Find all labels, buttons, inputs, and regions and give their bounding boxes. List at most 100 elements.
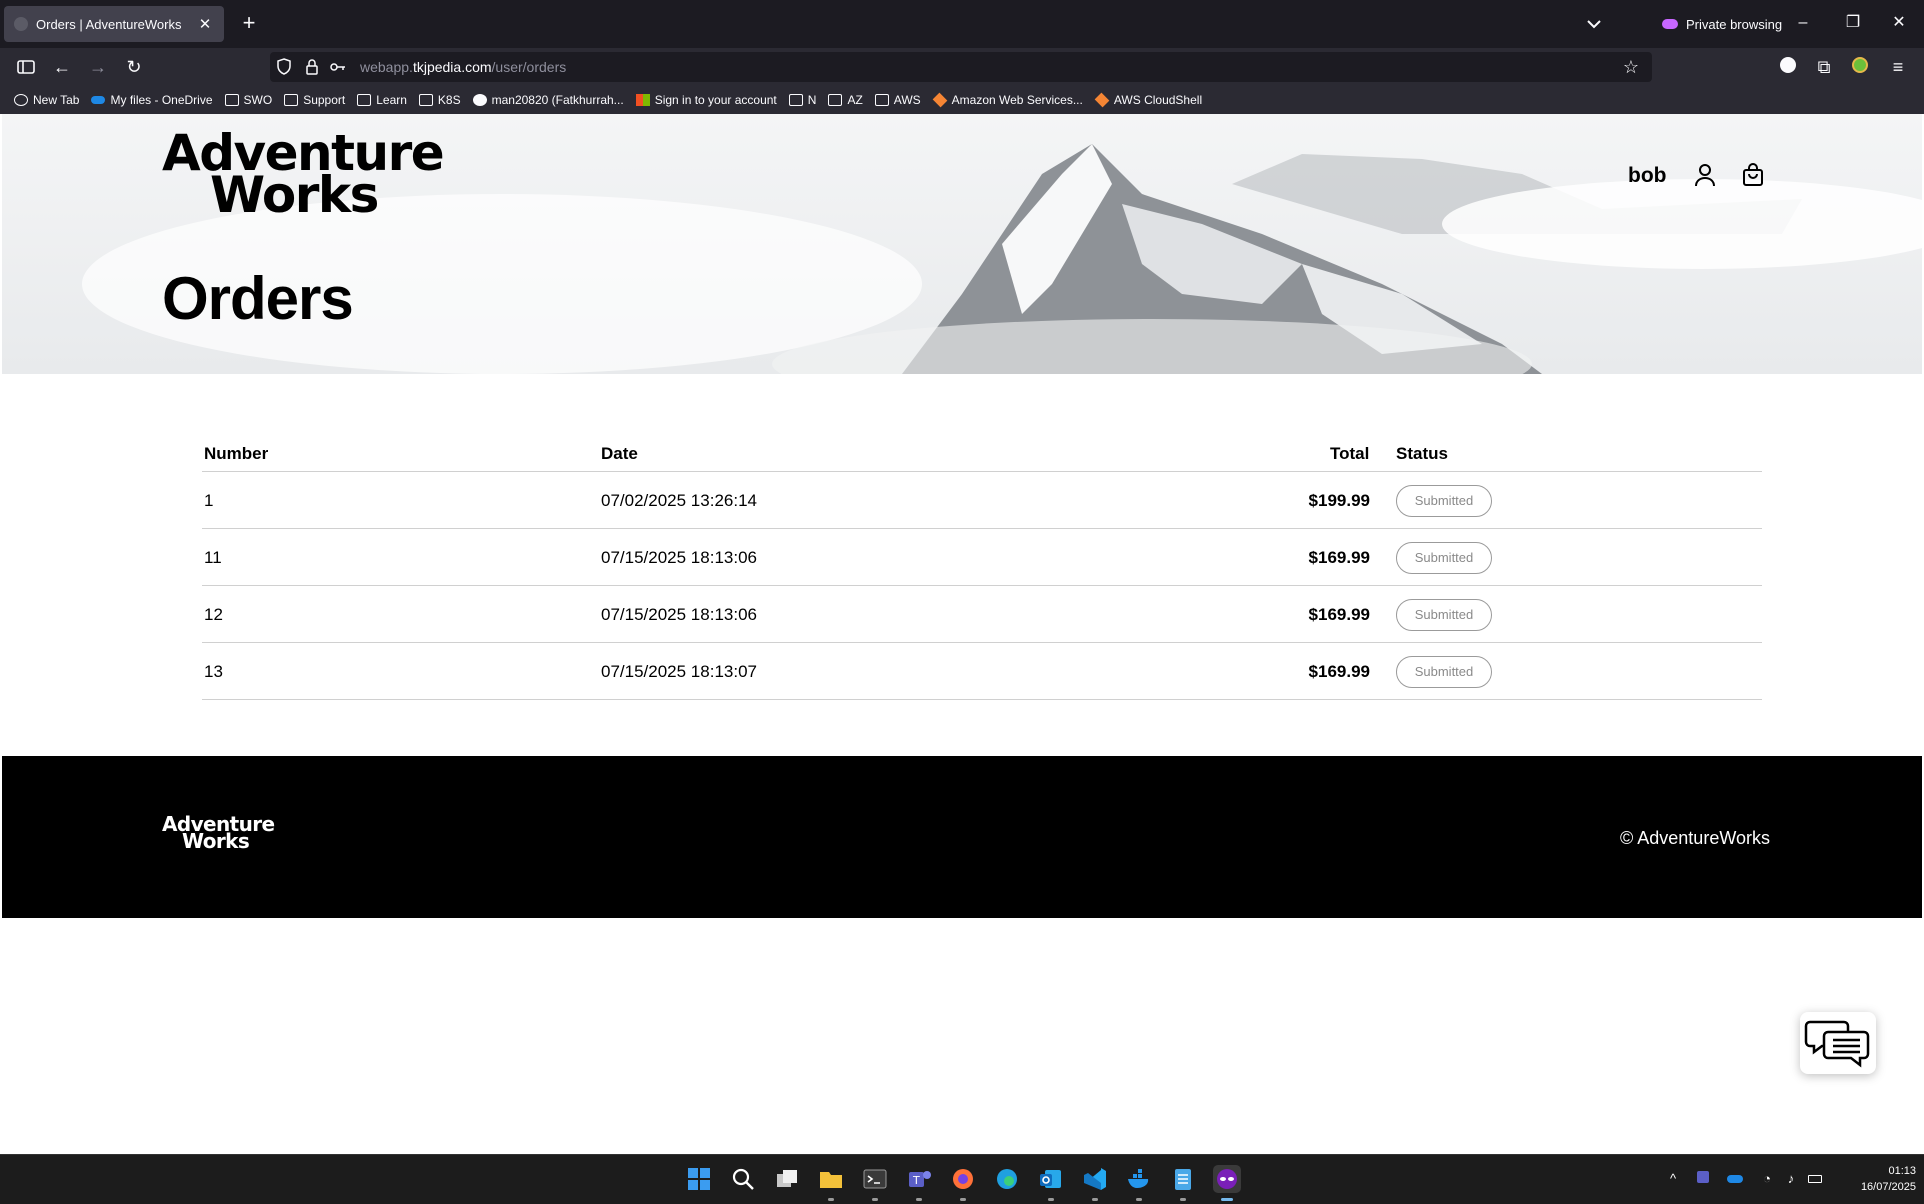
footer-logo[interactable]: Adventure Works bbox=[162, 814, 275, 851]
bookmark-label: My files - OneDrive bbox=[110, 93, 213, 107]
table-row[interactable]: 13 07/15/2025 18:13:07 $169.99 Submitted bbox=[202, 643, 1762, 700]
folder-icon bbox=[874, 94, 889, 106]
bookmark-label: Sign in to your account bbox=[654, 93, 777, 107]
close-window-icon[interactable]: ✕ bbox=[1884, 10, 1914, 36]
bookmark-folder-swo[interactable]: SWO bbox=[224, 93, 273, 107]
bookmark-folder-az[interactable]: AZ bbox=[828, 93, 863, 107]
cart-icon[interactable] bbox=[1740, 162, 1766, 188]
bookmark-folder-aws[interactable]: AWS bbox=[874, 93, 921, 107]
tray-teams-icon[interactable] bbox=[1694, 1171, 1712, 1187]
order-total: $169.99 bbox=[1308, 662, 1370, 681]
restore-icon[interactable]: ❐ bbox=[1838, 10, 1868, 36]
screen: Orders | AdventureWorks ✕ + Private brow… bbox=[0, 0, 1924, 1204]
vscode-icon[interactable] bbox=[1081, 1165, 1109, 1193]
aws-icon bbox=[1094, 92, 1110, 108]
table-header: Number Date Total Status bbox=[202, 432, 1762, 472]
url-host: tkjpedia.com bbox=[412, 59, 492, 75]
column-header-total: Total bbox=[1330, 444, 1370, 463]
menu-icon[interactable]: ≡ bbox=[1886, 55, 1910, 79]
table-row[interactable]: 11 07/15/2025 18:13:06 $169.99 Submitted bbox=[202, 529, 1762, 586]
outlook-icon[interactable] bbox=[1037, 1165, 1065, 1193]
adventureworks-logo[interactable]: Adventure Works bbox=[162, 128, 445, 220]
svg-text:T: T bbox=[912, 1174, 920, 1187]
table-row[interactable]: 12 07/15/2025 18:13:06 $169.99 Submitted bbox=[202, 586, 1762, 643]
shield-icon[interactable] bbox=[274, 57, 294, 77]
order-number: 11 bbox=[204, 548, 222, 567]
firefox-private-icon[interactable] bbox=[1213, 1165, 1241, 1193]
new-tab-icon[interactable]: + bbox=[236, 10, 262, 36]
folder-icon bbox=[224, 94, 239, 106]
clock-time: 01:13 bbox=[1888, 1165, 1916, 1177]
windows-taskbar: T ^ ◔ ♪ 01:13 16/07/2025 bbox=[0, 1154, 1924, 1204]
bookmark-new-tab[interactable]: New Tab bbox=[14, 93, 79, 107]
windows-start-icon[interactable] bbox=[685, 1165, 713, 1193]
close-tab-icon[interactable]: ✕ bbox=[196, 15, 214, 33]
extensions-icon[interactable]: ⧉ bbox=[1812, 55, 1836, 79]
terminal-icon[interactable] bbox=[861, 1165, 889, 1193]
url-text[interactable]: webapp.tkjpedia.com/user/orders bbox=[360, 59, 566, 75]
bookmark-aws-cloudshell[interactable]: AWS CloudShell bbox=[1094, 92, 1203, 108]
bookmark-folder-k8s[interactable]: K8S bbox=[418, 93, 461, 107]
taskbar-clock[interactable]: 01:13 16/07/2025 bbox=[1836, 1163, 1916, 1195]
tray-chevron-up-icon[interactable]: ^ bbox=[1664, 1171, 1682, 1187]
bookmarks-toolbar: New Tab My files - OneDrive SWO Support … bbox=[0, 86, 1924, 114]
task-view-icon[interactable] bbox=[773, 1165, 801, 1193]
profile-avatar-icon[interactable] bbox=[1848, 55, 1872, 79]
firefox-account-icon[interactable] bbox=[1776, 55, 1800, 79]
key-icon[interactable] bbox=[328, 57, 348, 77]
bookmark-onedrive[interactable]: My files - OneDrive bbox=[91, 93, 213, 107]
running-indicator bbox=[1048, 1198, 1054, 1201]
url-path: /user/orders bbox=[491, 59, 567, 75]
browser-nav-bar: ← → ↻ webapp.tkjpedia.com/user/orders ☆ … bbox=[0, 48, 1924, 86]
tab-title: Orders | AdventureWorks bbox=[36, 16, 182, 32]
wifi-icon[interactable]: ◔ bbox=[1758, 1171, 1776, 1187]
url-bar[interactable]: webapp.tkjpedia.com/user/orders ☆ bbox=[270, 52, 1652, 82]
browser-tab-active[interactable]: Orders | AdventureWorks ✕ bbox=[4, 6, 224, 42]
url-prefix: webapp. bbox=[360, 59, 413, 75]
username[interactable]: bob bbox=[1628, 164, 1666, 188]
docker-icon[interactable] bbox=[1125, 1165, 1153, 1193]
user-icon[interactable] bbox=[1692, 162, 1718, 188]
chat-button[interactable] bbox=[1800, 1012, 1876, 1074]
back-icon[interactable]: ← bbox=[50, 55, 74, 79]
volume-icon[interactable]: ♪ bbox=[1782, 1171, 1800, 1187]
running-indicator bbox=[960, 1198, 966, 1201]
bookmark-label: SWO bbox=[243, 93, 273, 107]
bookmark-star-icon[interactable]: ☆ bbox=[1620, 56, 1642, 78]
forward-icon[interactable]: → bbox=[86, 55, 110, 79]
microsoft-icon bbox=[635, 94, 650, 106]
column-header-status: Status bbox=[1396, 444, 1448, 463]
notepad-icon[interactable] bbox=[1169, 1165, 1197, 1193]
running-indicator bbox=[1180, 1198, 1186, 1201]
running-indicator bbox=[1092, 1198, 1098, 1201]
order-total: $169.99 bbox=[1308, 548, 1370, 567]
sidebar-toggle-icon[interactable] bbox=[14, 55, 38, 79]
order-number: 12 bbox=[204, 605, 223, 624]
folder-icon bbox=[284, 94, 299, 106]
file-explorer-icon[interactable] bbox=[817, 1165, 845, 1193]
tray-onedrive-icon[interactable] bbox=[1726, 1171, 1744, 1187]
bookmark-github[interactable]: man20820 (Fatkhurrah... bbox=[472, 93, 624, 107]
minimize-icon[interactable]: – bbox=[1788, 10, 1818, 36]
bookmark-folder-n[interactable]: N bbox=[788, 93, 816, 107]
order-date: 07/15/2025 18:13:06 bbox=[601, 548, 757, 567]
tab-favicon-icon bbox=[14, 17, 28, 31]
table-row[interactable]: 1 07/02/2025 13:26:14 $199.99 Submitted bbox=[202, 472, 1762, 529]
chevron-down-icon[interactable] bbox=[1582, 12, 1606, 36]
bookmark-folder-support[interactable]: Support bbox=[284, 93, 345, 107]
bookmark-label: AWS CloudShell bbox=[1113, 93, 1203, 107]
teams-icon[interactable]: T bbox=[905, 1165, 933, 1193]
orders-table: Number Date Total Status 1 07/02/2025 13… bbox=[202, 432, 1762, 700]
bookmark-microsoft-signin[interactable]: Sign in to your account bbox=[635, 93, 777, 107]
edge-icon[interactable] bbox=[993, 1165, 1021, 1193]
reload-icon[interactable]: ↻ bbox=[122, 55, 146, 79]
bookmark-folder-learn[interactable]: Learn bbox=[357, 93, 407, 107]
battery-icon[interactable] bbox=[1806, 1171, 1824, 1187]
firefox-icon[interactable] bbox=[949, 1165, 977, 1193]
lock-icon[interactable] bbox=[302, 57, 322, 77]
page-footer: Adventure Works © AdventureWorks bbox=[2, 756, 1922, 918]
bookmark-aws-console[interactable]: Amazon Web Services... bbox=[932, 92, 1083, 108]
page-title: Orders bbox=[162, 265, 354, 332]
browser-tab-bar: Orders | AdventureWorks ✕ + Private brow… bbox=[0, 0, 1924, 48]
search-icon[interactable] bbox=[729, 1165, 757, 1193]
